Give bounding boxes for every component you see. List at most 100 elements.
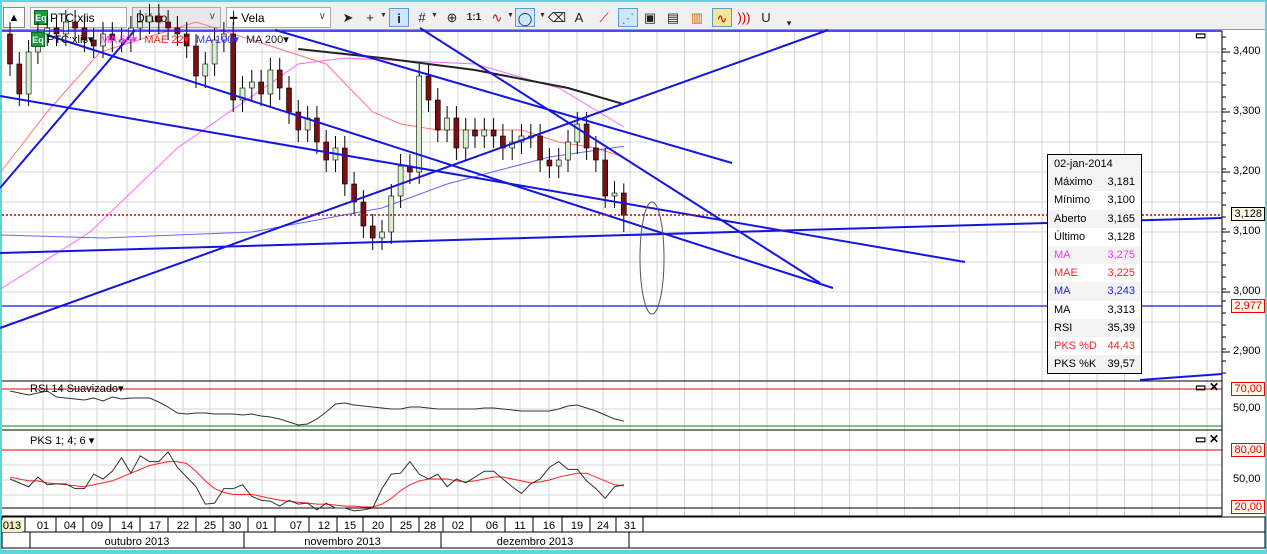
date-label: 16 bbox=[542, 520, 556, 532]
tooltip-value: 3,313 bbox=[1107, 303, 1135, 316]
date-label: 09 bbox=[90, 520, 104, 532]
pks-pane-title[interactable]: PKS 1; 4; 6 ▾ bbox=[30, 434, 94, 447]
tooltip-row: PKS %D 44,43 bbox=[1048, 337, 1141, 355]
month-label: outubro 2013 bbox=[104, 536, 170, 548]
tooltip-date: 02-jan-2014 bbox=[1048, 155, 1141, 174]
date-label: 15 bbox=[343, 520, 357, 532]
candle-body bbox=[16, 63, 23, 95]
candle-body bbox=[537, 135, 543, 161]
tooltip-value: 3,165 bbox=[1107, 212, 1135, 225]
candle-body bbox=[546, 159, 553, 167]
date-label: 25 bbox=[203, 520, 217, 532]
tooltip-value: 3,128 bbox=[1107, 230, 1135, 243]
month-label: novembro 2013 bbox=[304, 536, 381, 548]
tooltip-label: MAE bbox=[1054, 267, 1078, 280]
tooltip-value: 35,39 bbox=[1107, 321, 1135, 334]
tooltip-label: PKS %K bbox=[1054, 358, 1097, 371]
ma100-line bbox=[0, 145, 624, 239]
date-label: 20 bbox=[371, 520, 385, 532]
tooltip-label: MA bbox=[1054, 303, 1071, 316]
candle-body bbox=[341, 147, 348, 185]
price-tick-label: 3,400 bbox=[1233, 45, 1261, 57]
tooltip-label: RSI bbox=[1054, 321, 1073, 334]
candle-body bbox=[146, 15, 153, 23]
candle-body bbox=[379, 231, 385, 239]
candle-body bbox=[258, 81, 264, 95]
maximize-pane-icon[interactable]: ▭ bbox=[1195, 432, 1206, 446]
maximize-pane-icon[interactable]: ▭ bbox=[1195, 380, 1206, 394]
candle-body bbox=[472, 129, 478, 137]
legend-symbol[interactable]: PTC:xlis bbox=[47, 34, 88, 46]
tooltip-label: Aberto bbox=[1054, 212, 1087, 225]
candle-body bbox=[286, 87, 292, 113]
pks-d-line bbox=[9, 461, 624, 508]
date-label: 01 bbox=[255, 520, 269, 532]
close-pane-icon[interactable]: ✕ bbox=[1209, 380, 1219, 394]
tooltip-value: 3,100 bbox=[1107, 194, 1135, 207]
candle-body bbox=[276, 69, 283, 89]
tooltip-row: MA 3,275 bbox=[1048, 245, 1141, 265]
date-label: 28 bbox=[423, 520, 437, 532]
date-label: 07 bbox=[289, 520, 303, 532]
candle-body bbox=[434, 99, 441, 131]
rsi-pane-title[interactable]: RSI 14 Suavizado▾ bbox=[30, 382, 124, 395]
candle-body bbox=[490, 129, 497, 137]
pks-title-text: PKS 1; 4; 6 bbox=[30, 435, 86, 447]
candle-body bbox=[388, 195, 395, 233]
pks-upper-label: 80,00 bbox=[1231, 443, 1265, 457]
rsi-line bbox=[9, 390, 624, 426]
pks-k-line bbox=[9, 451, 624, 512]
date-label: 25 bbox=[399, 520, 413, 532]
tooltip-label: Último bbox=[1054, 230, 1086, 243]
candle-body bbox=[555, 159, 562, 167]
legend-ma100[interactable]: MA 100 bbox=[196, 34, 233, 46]
legend-ma50[interactable]: MA 50 bbox=[101, 34, 132, 46]
pks-mid-label: 50,00 bbox=[1233, 473, 1261, 485]
rsi-title-text: RSI 14 Suavizado bbox=[30, 383, 119, 395]
tooltip-label: Máximo bbox=[1054, 176, 1093, 189]
candle-body bbox=[416, 75, 423, 173]
tooltip-row: Aberto 3,165 bbox=[1048, 209, 1141, 228]
candle-body bbox=[444, 117, 450, 131]
candle-body bbox=[462, 129, 469, 149]
price-tick-label: 3,200 bbox=[1233, 165, 1261, 177]
tooltip-label: MA bbox=[1054, 285, 1071, 298]
date-label: 22 bbox=[176, 520, 190, 532]
candle-body bbox=[397, 165, 404, 197]
date-label: 01 bbox=[36, 520, 50, 532]
date-label: 31 bbox=[623, 520, 637, 532]
ellipse-drawing bbox=[639, 201, 665, 315]
month-label: dezembro 2013 bbox=[496, 536, 574, 548]
date-label: 11 bbox=[514, 520, 526, 532]
equity-icon: Eq bbox=[31, 32, 45, 47]
date-label: 02 bbox=[451, 520, 465, 532]
candle-body bbox=[481, 129, 488, 137]
candle-body bbox=[425, 75, 432, 101]
pks-lower-label: 20,00 bbox=[1231, 500, 1265, 514]
maximize-pane-icon[interactable]: ▭ bbox=[1195, 28, 1206, 42]
candle-body bbox=[202, 63, 209, 77]
candle-body bbox=[611, 192, 618, 197]
close-pane-icon[interactable]: ✕ bbox=[1209, 432, 1219, 446]
tooltip-value: 3,225 bbox=[1107, 267, 1135, 280]
date-label: 013 bbox=[2, 520, 22, 532]
legend-mae22[interactable]: MAE 22 bbox=[144, 34, 183, 46]
trend-line bbox=[46, 34, 834, 289]
tooltip-value: 3,275 bbox=[1107, 249, 1135, 262]
chart-legend: Eq PTC:xlis▾ MA 50▾ MAE 22▾ MA 100▾ MA 20… bbox=[31, 32, 289, 47]
legend-ma200[interactable]: MA 200 bbox=[246, 34, 283, 46]
candle-body bbox=[7, 33, 13, 65]
candle-body bbox=[453, 117, 460, 149]
candle-body bbox=[602, 159, 609, 197]
price-tick-label: 3,300 bbox=[1233, 105, 1261, 117]
tooltip-value: 3,243 bbox=[1107, 285, 1135, 298]
candle-body bbox=[267, 69, 274, 95]
tooltip-value: 3,181 bbox=[1107, 176, 1135, 189]
tooltip-row: Mínimo 3,100 bbox=[1048, 191, 1141, 209]
data-tooltip: 02-jan-2014 Máximo 3,181 Mínimo 3,100 Aberto… bbox=[1047, 154, 1142, 375]
tooltip-value: 44,43 bbox=[1107, 339, 1135, 352]
tooltip-row: MAE 3,225 bbox=[1048, 264, 1141, 282]
tooltip-value: 39,57 bbox=[1107, 358, 1135, 371]
ma50-line bbox=[0, 57, 625, 290]
candle-body bbox=[360, 201, 367, 227]
